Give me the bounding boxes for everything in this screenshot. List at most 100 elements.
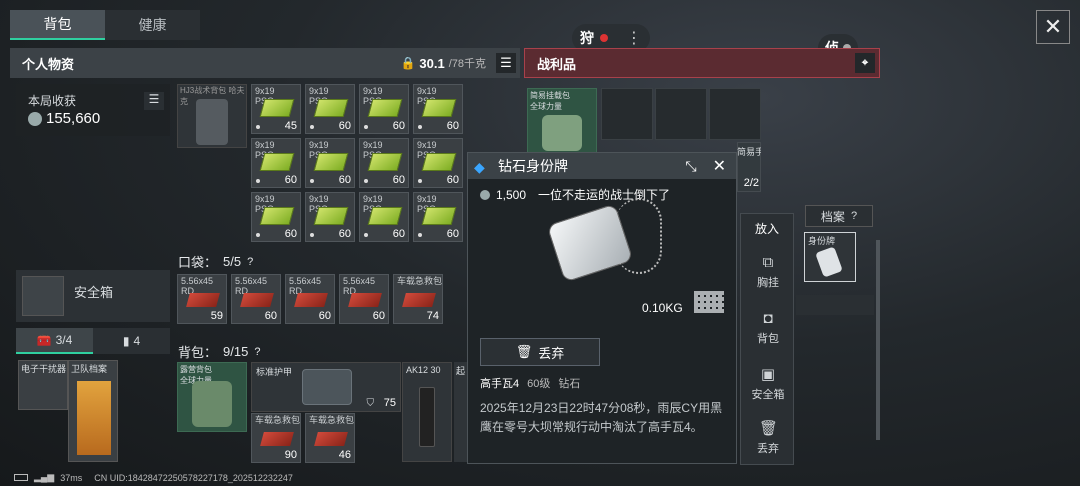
dot-icon: [364, 233, 368, 237]
pocket-item[interactable]: 5.56x45 RD 59: [177, 274, 227, 324]
pocket-item-count: 60: [318, 310, 331, 322]
ammo-count: 60: [446, 228, 459, 240]
loot-item-label: 简易挂载包 全球力量: [530, 91, 570, 111]
tab-battery[interactable]: ▮ 4: [93, 328, 170, 354]
item-edge[interactable]: 起: [454, 362, 468, 462]
ammo-count: 60: [284, 174, 297, 186]
loot-item-label: 简易手术包: [737, 147, 761, 156]
pocket-item[interactable]: 5.56x45 RD 60: [231, 274, 281, 324]
ammo-item[interactable]: 9x19 PSO60: [359, 84, 409, 134]
help-icon[interactable]: ?: [851, 210, 857, 222]
ammo-item[interactable]: 9x19 PSO60: [305, 84, 355, 134]
backpack-icon: ◘: [763, 310, 773, 327]
battery-count: 4: [133, 334, 141, 348]
ammo-item[interactable]: 9x19 PSO60: [359, 138, 409, 188]
loot-slot[interactable]: [709, 88, 761, 140]
dot-icon: [256, 125, 260, 129]
ammo-item[interactable]: 9x19 PSO60: [359, 192, 409, 242]
ammo-box-icon: [421, 99, 457, 117]
hunt-label: 狩: [580, 30, 594, 46]
close-icon[interactable]: ✕: [713, 156, 726, 176]
loot-title: 战利品: [537, 56, 577, 72]
status-bar: ▂▄▆ 37ms CN UID:18428472250578227178_202…: [14, 472, 293, 483]
armor-item[interactable]: 标准护甲 ⛉ 75: [251, 362, 401, 412]
ammo-item[interactable]: 9x19 PSO45: [251, 84, 301, 134]
medkit-icon: [314, 432, 348, 446]
archive-slot[interactable]: 身份牌: [804, 232, 856, 282]
backpack-label: 背包: [757, 333, 779, 345]
diamond-icon: ◆: [474, 159, 485, 175]
loot-slot[interactable]: [601, 88, 653, 140]
discard-button[interactable]: 🗑 丢弃: [480, 338, 600, 366]
harvest-value: 155,660: [46, 110, 101, 127]
ammo-item[interactable]: 9x19 PSO60: [413, 84, 463, 134]
armor-label: 标准护甲: [256, 367, 293, 377]
safe-box-slot[interactable]: 安全箱: [16, 270, 170, 322]
item-card[interactable]: 卫队档案: [68, 360, 118, 462]
ping: 37ms: [60, 472, 83, 483]
ammo-item[interactable]: 9x19 PSO60: [251, 192, 301, 242]
trash-icon: 🗑: [515, 344, 533, 359]
backpack-button[interactable]: ◘ 背包: [741, 310, 795, 346]
collapse-icon[interactable]: ⤡: [685, 158, 696, 175]
ammo-box-icon: [367, 207, 403, 225]
uid: CN UID:18428472250578227178_202512232247: [94, 472, 293, 483]
medkit-item[interactable]: 车载急救包 90: [251, 413, 301, 463]
loot-slot[interactable]: [655, 88, 707, 140]
equip-slot[interactable]: HJ3战术背包 哈夫克: [177, 84, 247, 148]
medkit-count: 90: [284, 449, 297, 461]
archive-label: 档案: [820, 209, 845, 224]
mag-item[interactable]: AK12 30: [402, 362, 452, 462]
close-icon[interactable]: ✕: [1036, 10, 1070, 44]
ammo-box-icon: [367, 153, 403, 171]
safe-box-button[interactable]: ▣ 安全箱: [741, 366, 795, 402]
ammo-count: 60: [392, 228, 405, 240]
pocket-item[interactable]: 5.56x45 RD 60: [285, 274, 335, 324]
rig-icon: [542, 115, 582, 151]
drop-button[interactable]: 🗑 丢弃: [741, 420, 795, 456]
ammo-box-icon: [421, 153, 457, 171]
top-tabs: 背包 健康: [10, 10, 200, 40]
ammo-box-icon: [313, 207, 349, 225]
owner-rank: 钻石: [558, 378, 581, 390]
loot-bar: [796, 295, 874, 315]
ammo-item[interactable]: 9x19 PSO60: [413, 138, 463, 188]
help-icon[interactable]: ?: [254, 346, 260, 358]
tab-toolbox[interactable]: 🧰 3/4: [16, 328, 93, 354]
dot-icon: [256, 233, 260, 237]
archive-folder-icon: [77, 381, 111, 455]
chest-rig-icon: ⧉: [762, 254, 774, 271]
bag-item[interactable]: 露营背包 全球力量: [177, 362, 247, 432]
weight-value: 30.1: [419, 55, 445, 71]
dot-icon: [364, 125, 368, 129]
ammo-count: 60: [446, 120, 459, 132]
list-icon[interactable]: ☰: [496, 53, 516, 73]
ammo-box-icon: [367, 99, 403, 117]
scrollbar[interactable]: [876, 240, 880, 440]
loot-item-count: 2/2: [743, 177, 759, 189]
ammo-box-icon: [259, 153, 295, 171]
ammo-count: 60: [446, 174, 459, 186]
ammo-item[interactable]: 9x19 PSO60: [305, 192, 355, 242]
battery-icon: [14, 474, 28, 481]
ammo-item[interactable]: 9x19 PSO60: [413, 192, 463, 242]
ammo-count: 60: [392, 120, 405, 132]
discard-label: 丢弃: [538, 345, 565, 361]
chest-rig-button[interactable]: ⧉ 胸挂: [741, 254, 795, 290]
loot-item-title: 简易手术包: [737, 142, 761, 156]
ammo-item[interactable]: 9x19 PSO60: [305, 138, 355, 188]
help-icon[interactable]: ?: [247, 256, 253, 268]
pocket-item[interactable]: 5.56x45 RD 60: [339, 274, 389, 324]
pocket-item[interactable]: 车载急救包 74: [393, 274, 443, 324]
archive-tag: 身份牌: [808, 236, 836, 246]
ammo-count: 60: [338, 120, 351, 132]
item-card[interactable]: 电子干扰器: [18, 360, 68, 410]
tab-backpack[interactable]: 背包: [10, 10, 105, 40]
medkit-item[interactable]: 车载急救包 46: [305, 413, 355, 463]
more-icon[interactable]: ⋮: [626, 28, 642, 48]
loot-item[interactable]: 简易挂载包 全球力量: [527, 88, 597, 158]
list-icon[interactable]: ☰: [144, 92, 164, 110]
tab-health[interactable]: 健康: [105, 10, 200, 40]
location-pin-icon[interactable]: ⌖: [855, 53, 875, 73]
ammo-item[interactable]: 9x19 PSO60: [251, 138, 301, 188]
